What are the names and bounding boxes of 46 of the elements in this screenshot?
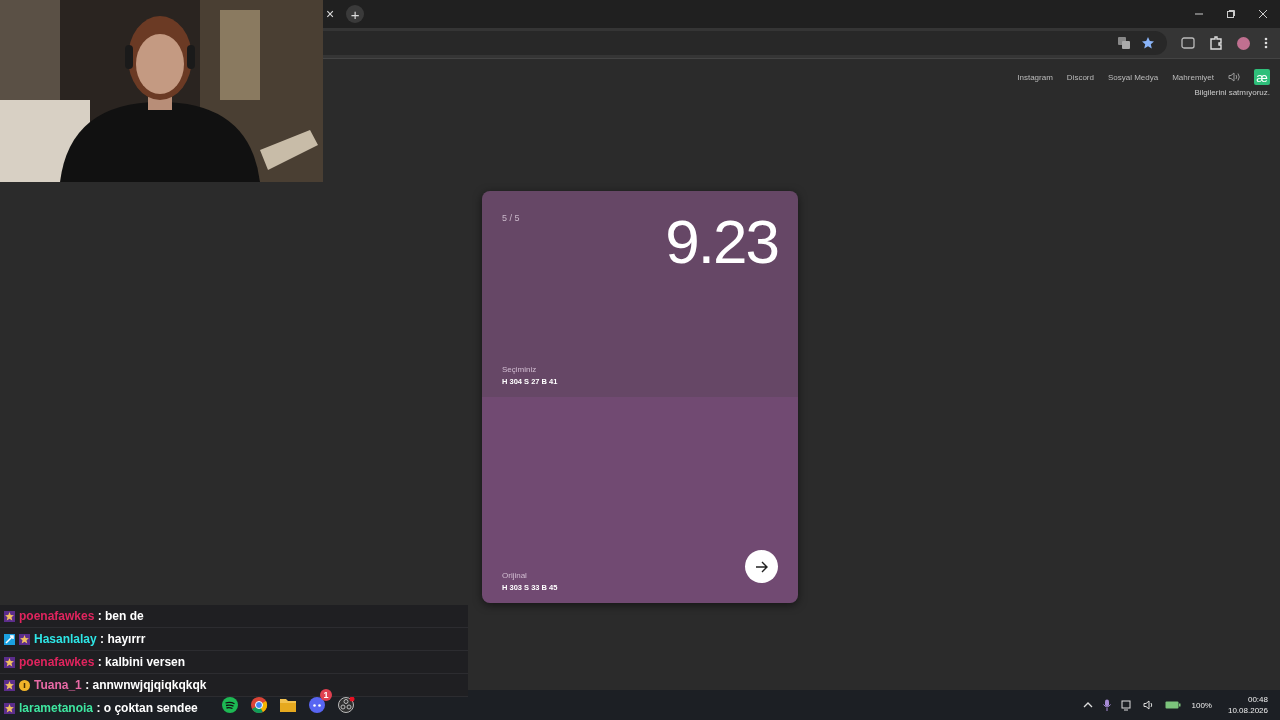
chat-message: Hasanlalay : hayırrr xyxy=(34,632,146,646)
recorder-app-icon[interactable] xyxy=(337,696,355,714)
battery-level: 100% xyxy=(1191,700,1212,710)
nav-link[interactable]: Instagram xyxy=(1017,72,1053,82)
microphone-icon[interactable] xyxy=(1103,699,1112,711)
clock-date[interactable]: 10.08.2026 xyxy=(1227,706,1268,715)
progress-counter: 5 / 5 xyxy=(502,213,520,223)
score: 9.23 xyxy=(665,211,778,273)
color-label: Orijinal xyxy=(502,571,528,580)
folder-icon[interactable] xyxy=(279,697,297,713)
extensions-icon[interactable] xyxy=(1209,36,1223,50)
new-tab-button[interactable]: + xyxy=(346,5,365,23)
chat-message: larametanoia : o çoktan sendee xyxy=(19,701,198,715)
nav-link[interactable]: Sosyal Medya xyxy=(1107,72,1159,82)
star-icon[interactable] xyxy=(1141,36,1155,50)
arrow-right-icon xyxy=(754,560,769,573)
chat-message: poenafawkes : ben de xyxy=(19,609,144,623)
chevron-up-icon[interactable] xyxy=(1083,702,1094,708)
menu-icon[interactable] xyxy=(1264,37,1268,49)
profile-avatar[interactable] xyxy=(1237,36,1250,50)
browser-app-icon[interactable] xyxy=(250,696,268,714)
star-badge-icon xyxy=(4,679,15,691)
restore-icon[interactable] xyxy=(1226,9,1236,19)
chat-message: poenafawkes : kalbini versen xyxy=(19,655,186,669)
color-label: Seçiminiz xyxy=(502,365,538,374)
clock-time[interactable]: 00:48 xyxy=(1247,695,1268,704)
reader-icon[interactable] xyxy=(1181,37,1195,49)
chat-message: Tuana_1 : annwnwjqjqiqkqkqk xyxy=(34,678,207,692)
network-icon[interactable] xyxy=(1121,699,1134,711)
next-button[interactable] xyxy=(745,550,778,583)
coin-badge-icon xyxy=(19,679,30,691)
nav-link[interactable]: Discord xyxy=(1066,72,1094,82)
close-icon[interactable] xyxy=(1258,9,1268,19)
close-tab-button[interactable]: × xyxy=(326,6,335,22)
star-badge-icon xyxy=(4,702,15,714)
star-badge-icon xyxy=(19,633,30,645)
translate-icon[interactable] xyxy=(1117,36,1131,50)
music-app-icon[interactable] xyxy=(221,696,239,714)
star-badge-icon xyxy=(4,656,15,668)
star-badge-icon xyxy=(4,610,15,622)
sword-badge-icon xyxy=(4,633,15,645)
privacy-note: Bilgilerini satmıyoruz. xyxy=(1194,88,1270,97)
speaker-icon[interactable] xyxy=(1228,72,1240,82)
chat-app-icon[interactable] xyxy=(308,696,326,714)
nav-link[interactable]: Mahremiyet xyxy=(1172,72,1214,82)
battery-icon[interactable] xyxy=(1165,700,1182,710)
